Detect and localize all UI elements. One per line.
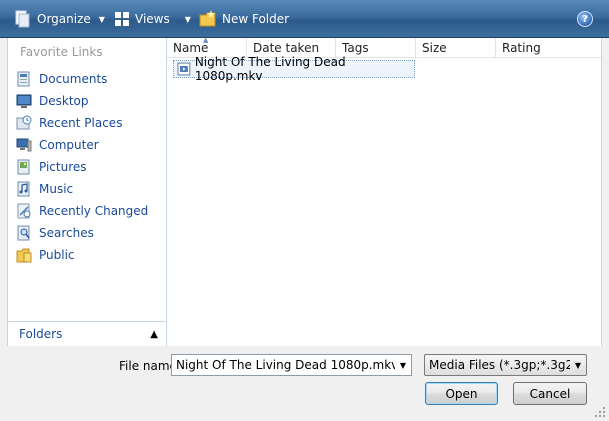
nav-item-computer[interactable]: Computer	[8, 134, 166, 156]
nav-item-desktop[interactable]: Desktop	[8, 90, 166, 112]
searches-icon	[17, 225, 30, 241]
resize-grip-icon[interactable]	[594, 406, 606, 418]
nav-item-label: Recently Changed	[39, 204, 149, 218]
file-type-select[interactable]: Media Files (*.3gp;*.3g2;*.avi; ▼	[424, 354, 587, 376]
nav-item-label: Music	[39, 182, 74, 196]
chevron-down-icon: ▼	[184, 14, 191, 24]
nav-item-searches[interactable]: Searches	[8, 222, 166, 244]
nav-item-label: Desktop	[39, 94, 89, 108]
cancel-button[interactable]: Cancel	[513, 382, 587, 405]
new-folder-icon	[199, 10, 216, 27]
open-button[interactable]: Open	[425, 382, 498, 405]
documents-icon	[17, 71, 30, 87]
desktop-icon	[16, 94, 32, 108]
nav-item-documents[interactable]: Documents	[8, 68, 166, 90]
nav-item-pictures[interactable]: Pictures	[8, 156, 166, 178]
public-folder-icon	[16, 248, 32, 263]
folders-label: Folders	[19, 327, 63, 341]
file-name-text: Night Of The Living Dead 1080p.mkv	[194, 55, 346, 83]
computer-icon	[16, 138, 32, 152]
favorite-links-list: Documents Desktop Recent Places Computer…	[8, 68, 166, 266]
pictures-icon	[17, 159, 30, 175]
nav-item-recent-places[interactable]: Recent Places	[8, 112, 166, 134]
folders-toggle[interactable]: Folders ▲	[8, 321, 166, 346]
music-icon	[17, 181, 30, 197]
chevron-down-icon[interactable]: ▼	[570, 361, 586, 370]
chevron-down-icon[interactable]: ▼	[395, 361, 411, 370]
organize-label: Organize	[37, 12, 91, 26]
video-file-icon	[177, 62, 191, 76]
nav-item-label: Documents	[39, 72, 108, 86]
file-name-value[interactable]: Night Of The Living Dead 1080p.mkv	[172, 358, 395, 372]
file-list-pane[interactable]: ▲ Name Date taken Tags Size Rating Night…	[167, 36, 602, 346]
views-icon	[115, 12, 129, 26]
help-button[interactable]: ?	[577, 11, 593, 27]
nav-item-label: Public	[39, 248, 75, 262]
recently-changed-icon	[17, 203, 31, 219]
views-button[interactable]: Views ▼	[114, 9, 191, 29]
organize-button[interactable]: Organize ▼	[14, 9, 105, 29]
navigation-pane: Favorite Links Documents Desktop Recent …	[7, 38, 167, 346]
help-icon: ?	[582, 13, 588, 25]
new-folder-button[interactable]: New Folder	[199, 9, 289, 29]
list-item[interactable]: Night Of The Living Dead 1080p.mkv	[173, 55, 415, 83]
nav-item-public[interactable]: Public	[8, 244, 166, 266]
file-type-value: Media Files (*.3gp;*.3g2;*.avi;	[429, 358, 570, 372]
favorite-links-heading: Favorite Links	[20, 45, 103, 59]
chevron-down-icon: ▼	[98, 14, 105, 24]
file-name-input[interactable]: Night Of The Living Dead 1080p.mkv ▼	[171, 354, 412, 376]
recent-places-icon	[16, 115, 32, 130]
organize-icon	[15, 10, 30, 28]
column-header-size[interactable]: Size	[416, 38, 496, 58]
chevron-up-icon: ▲	[150, 328, 158, 340]
sort-ascending-icon: ▲	[203, 36, 209, 44]
nav-item-music[interactable]: Music	[8, 178, 166, 200]
nav-item-label: Searches	[39, 226, 94, 240]
views-label: Views	[135, 12, 170, 26]
command-toolbar: Organize ▼ Views ▼ New Folder ?	[0, 0, 609, 38]
nav-item-recently-changed[interactable]: Recently Changed	[8, 200, 166, 222]
nav-item-label: Pictures	[39, 160, 87, 174]
new-folder-label: New Folder	[222, 12, 290, 26]
nav-item-label: Computer	[39, 138, 99, 152]
nav-item-label: Recent Places	[39, 116, 123, 130]
column-header-rating[interactable]: Rating	[496, 38, 602, 58]
